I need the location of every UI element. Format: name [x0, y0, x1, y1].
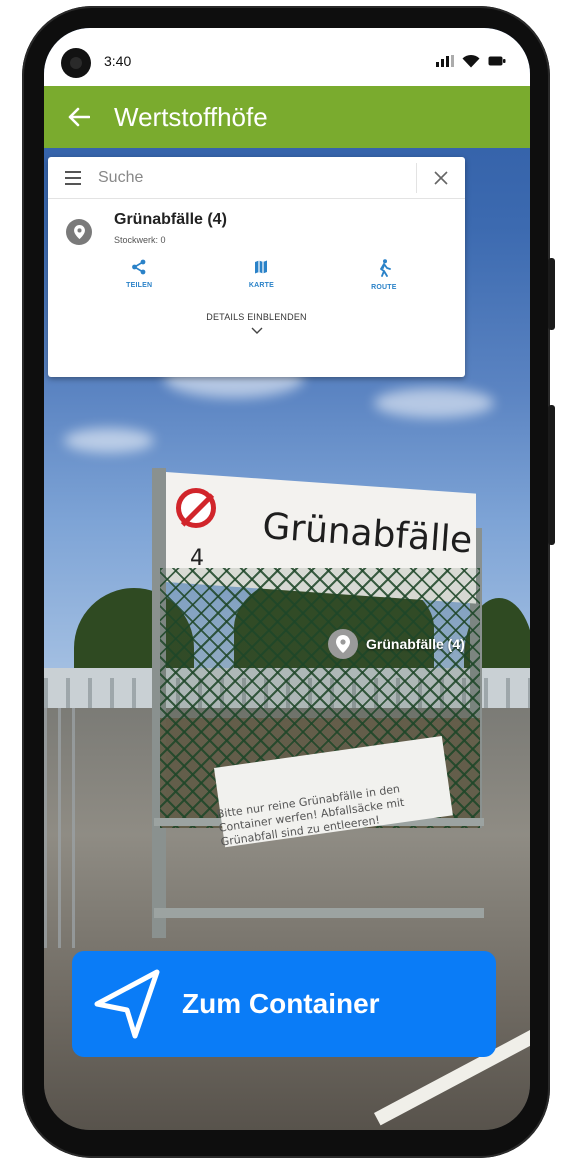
volume-button: [548, 258, 555, 330]
status-time: 3:40: [104, 53, 132, 69]
place-floor: Stockwerk: 0: [114, 235, 166, 245]
hamburger-icon[interactable]: [48, 157, 98, 199]
map-button[interactable]: KARTE: [221, 259, 301, 291]
details-toggle[interactable]: DETAILS EINBLENDEN: [48, 312, 465, 340]
place-info: Grünabfälle (4) Stockwerk: 0: [48, 199, 465, 245]
status-bar: 3:40: [44, 28, 530, 86]
phone-screen: Grünabfälle 4 Bitte nur reine Grünabfäll…: [44, 28, 530, 1130]
fence: [44, 708, 84, 948]
map-icon: [255, 260, 268, 274]
search-input[interactable]: [98, 157, 416, 198]
search-bar: [48, 157, 465, 199]
back-button[interactable]: [44, 86, 114, 148]
navigate-label: Zum Container: [182, 988, 380, 1019]
battery-icon: [488, 56, 506, 66]
route-label: ROUTE: [371, 284, 397, 291]
status-icons: [436, 54, 506, 68]
search-card: Grünabfälle (4) Stockwerk: 0 TEILEN KART…: [48, 157, 465, 377]
place-title: Grünabfälle (4): [114, 211, 227, 228]
route-button[interactable]: ROUTE: [344, 259, 424, 291]
map-pin-icon: [328, 629, 358, 659]
share-icon: [132, 259, 146, 275]
signal-icon: [436, 55, 454, 67]
power-button: [548, 405, 555, 545]
front-camera: [61, 48, 91, 78]
chevron-down-icon: [251, 327, 262, 334]
map-label: KARTE: [248, 282, 275, 289]
cloud: [374, 388, 494, 418]
navigation-arrow-icon: [72, 951, 182, 1057]
arrow-left-icon: [68, 107, 90, 127]
page-title: Wertstoffhöfe: [114, 101, 268, 132]
poi-marker[interactable]: Grünabfälle (4): [328, 629, 465, 659]
app-bar: Wertstoffhöfe: [44, 86, 530, 148]
walking-icon: [379, 259, 391, 277]
map-pin-icon: [66, 219, 92, 245]
share-button[interactable]: TEILEN: [99, 259, 179, 291]
action-row: TEILEN KARTE ROUTE: [48, 259, 465, 291]
share-label: TEILEN: [126, 282, 153, 289]
close-button[interactable]: [417, 157, 465, 199]
navigate-to-container-button[interactable]: Zum Container: [72, 951, 496, 1057]
cloud: [64, 428, 154, 453]
frame-rail: [154, 908, 484, 918]
poi-label: Grünabfälle (4): [366, 636, 465, 652]
wifi-icon: [462, 54, 480, 68]
close-icon: [434, 170, 448, 185]
no-smoking-icon: [176, 488, 216, 528]
details-label: DETAILS EINBLENDEN: [206, 312, 307, 322]
